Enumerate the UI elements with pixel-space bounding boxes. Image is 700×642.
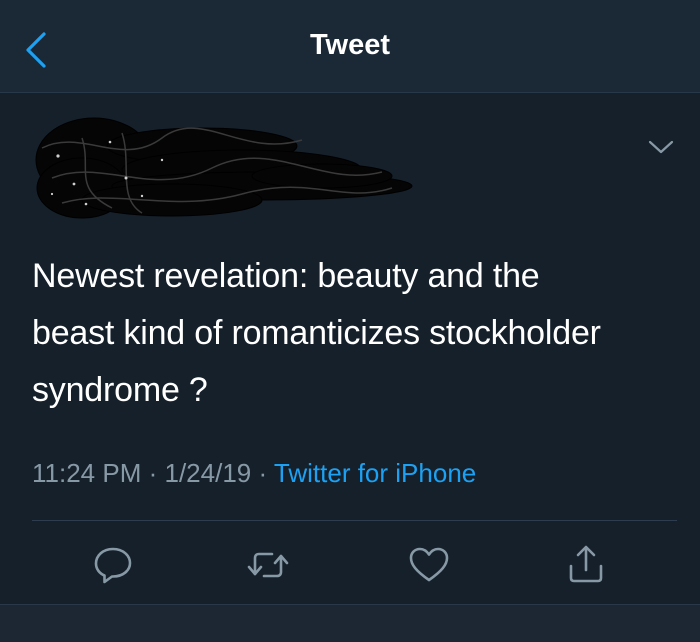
share-button[interactable]: [561, 540, 611, 590]
tweet-text: Newest revelation: beauty and the beast …: [32, 257, 601, 409]
tweet-time: 11:24 PM: [32, 458, 142, 488]
meta-separator: ·: [258, 458, 268, 488]
like-button[interactable]: [404, 540, 454, 590]
reply-icon: [94, 547, 132, 584]
navigation-bar: Tweet: [0, 0, 700, 93]
chevron-down-icon: [648, 140, 674, 154]
tweet-menu-button[interactable]: [644, 134, 678, 160]
tweet-metadata: 11:24 PM · 1/24/19 · Twitter for iPhone: [32, 458, 476, 489]
meta-separator: ·: [148, 458, 158, 488]
page-title: Tweet: [309, 29, 391, 61]
tweet-date: 1/24/19: [164, 458, 252, 488]
retweet-icon: [247, 552, 289, 578]
tweet-actions-bar: [0, 540, 700, 600]
reply-button[interactable]: [88, 540, 138, 590]
tweet-detail-screen: Tweet Newest revelation: beauty and the …: [0, 0, 700, 642]
heart-icon: [409, 547, 449, 582]
divider: [32, 520, 677, 521]
retweet-button[interactable]: [243, 540, 293, 590]
tweet-source-link[interactable]: Twitter for iPhone: [274, 458, 476, 488]
redacted-author-scribble: [22, 108, 422, 228]
share-icon: [569, 545, 603, 583]
bottom-strip: [0, 604, 700, 642]
